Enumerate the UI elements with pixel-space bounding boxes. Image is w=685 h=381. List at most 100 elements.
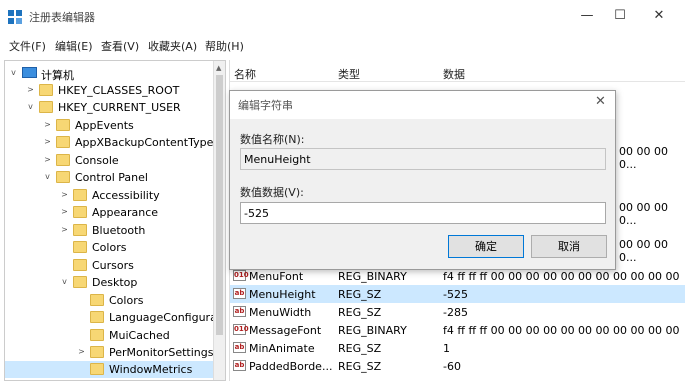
value-data: -60 — [443, 360, 461, 373]
dialog-title: 编辑字符串 — [238, 99, 293, 112]
tree-item-accessibility[interactable]: > Accessibility — [5, 187, 215, 204]
menu-favorites[interactable]: 收藏夹(A) — [148, 38, 197, 54]
expand-icon[interactable]: > — [43, 137, 52, 146]
menu-file[interactable]: 文件(F) — [9, 38, 46, 54]
menu-help[interactable]: 帮助(H) — [205, 38, 244, 54]
binary-value-icon: 010 — [233, 324, 249, 335]
tree-item-control-panel[interactable]: v Control Panel — [5, 169, 215, 186]
tree-item-desktop[interactable]: v Desktop — [5, 274, 215, 291]
maximize-button[interactable]: ☐ — [607, 6, 633, 26]
string-value-icon: ab — [233, 342, 246, 353]
expand-icon[interactable]: > — [43, 120, 52, 129]
collapse-icon[interactable]: v — [60, 277, 69, 286]
tree-item-muicached[interactable]: MuiCached — [5, 327, 215, 344]
tree-item-desktop-colors[interactable]: Colors — [5, 292, 215, 309]
tree-item-appearance[interactable]: > Appearance — [5, 204, 215, 221]
value-data: -285 — [443, 306, 468, 319]
window-title: 注册表编辑器 — [29, 11, 95, 24]
expand-icon[interactable]: > — [43, 155, 52, 164]
menu-view[interactable]: 查看(V) — [101, 38, 139, 54]
folder-icon — [90, 346, 104, 358]
registry-editor-icon — [8, 10, 22, 24]
string-value-icon: ab — [233, 360, 246, 371]
tree-item-label: Control Panel — [75, 171, 148, 184]
value-name-field: MenuHeight — [240, 148, 606, 170]
value-data-input[interactable]: -525 — [240, 202, 606, 224]
folder-icon — [39, 101, 53, 113]
tree-item-label: HKEY_CLASSES_ROOT — [58, 84, 180, 97]
value-data: 1 — [443, 342, 450, 355]
menu-bar: 文件(F) 编辑(E) 查看(V) 收藏夹(A) 帮助(H) — [0, 35, 685, 55]
value-name: MenuFont — [249, 270, 304, 283]
list-row[interactable]: ab MinAnimate REG_SZ 1 — [230, 339, 685, 357]
list-row[interactable]: ab MenuWidth REG_SZ -285 — [230, 303, 685, 321]
value-name: PaddedBorde... — [249, 360, 333, 373]
tree-item-label: MuiCached — [109, 329, 170, 342]
value-name-label: 数值名称(N): — [240, 133, 305, 146]
tree-item-bluetooth[interactable]: > Bluetooth — [5, 222, 215, 239]
folder-icon — [73, 259, 87, 271]
value-data: -525 — [443, 288, 468, 301]
folder-icon — [56, 136, 70, 148]
folder-icon — [90, 294, 104, 306]
collapse-icon[interactable]: v — [26, 102, 35, 111]
folder-icon — [73, 276, 87, 288]
expand-icon[interactable]: > — [60, 190, 69, 199]
expand-icon[interactable]: > — [60, 207, 69, 216]
tree-item-label: PerMonitorSettings — [109, 346, 214, 359]
registry-tree[interactable]: v 计算机 > HKEY_CLASSES_ROOT v HKEY_CURRENT… — [4, 60, 226, 381]
expand-icon[interactable]: > — [60, 225, 69, 234]
close-button[interactable]: ✕ — [646, 6, 672, 26]
folder-icon — [90, 311, 104, 323]
dialog-close-icon[interactable]: ✕ — [595, 94, 606, 109]
value-name: MessageFont — [249, 324, 322, 337]
title-bar: 注册表编辑器 — ☐ ✕ — [0, 0, 685, 33]
folder-icon — [73, 241, 87, 253]
tree-item-cursors[interactable]: Cursors — [5, 257, 215, 274]
value-type: REG_SZ — [338, 342, 382, 355]
scrollbar-thumb[interactable] — [216, 75, 223, 335]
menu-edit[interactable]: 编辑(E) — [55, 38, 93, 54]
tree-scrollbar[interactable]: ▲ — [213, 61, 225, 380]
list-row[interactable]: ab MenuHeight REG_SZ -525 — [230, 285, 685, 303]
tree-item-languageconfig[interactable]: LanguageConfigura — [5, 309, 217, 326]
minimize-button[interactable]: — — [574, 6, 600, 26]
scroll-up-icon[interactable]: ▲ — [216, 64, 221, 72]
folder-icon — [73, 206, 87, 218]
expand-icon[interactable]: > — [26, 85, 35, 94]
folder-icon — [39, 84, 53, 96]
collapse-icon[interactable]: v — [9, 68, 18, 77]
tree-item-label: Colors — [109, 294, 144, 307]
tree-item-computer[interactable]: v 计算机 — [5, 65, 215, 82]
value-type: REG_SZ — [338, 360, 382, 373]
folder-icon — [90, 363, 104, 375]
expand-icon[interactable]: > — [77, 347, 86, 356]
value-name: MinAnimate — [249, 342, 315, 355]
column-header-type[interactable]: 类型 — [338, 66, 360, 82]
tree-item-permonitor[interactable]: > PerMonitorSettings — [5, 344, 215, 361]
ok-button[interactable]: 确定 — [448, 235, 524, 258]
tree-item-label: WindowMetrics — [109, 363, 193, 376]
folder-icon — [56, 171, 70, 183]
tree-item-label: AppXBackupContentType — [75, 136, 214, 149]
column-header-name[interactable]: 名称 — [234, 66, 256, 82]
tree-item-windowmetrics[interactable]: WindowMetrics — [5, 361, 215, 378]
tree-item-hkcu[interactable]: v HKEY_CURRENT_USER — [5, 99, 215, 116]
tree-item-console[interactable]: > Console — [5, 152, 215, 169]
tree-item-label: Cursors — [92, 259, 134, 272]
binary-value-icon: 010 — [233, 270, 249, 281]
list-row[interactable]: ab PaddedBorde... REG_SZ -60 — [230, 357, 685, 375]
column-header-data[interactable]: 数据 — [443, 66, 465, 82]
tree-item-colors[interactable]: Colors — [5, 239, 215, 256]
value-data-partial: 00 00 00 0... — [619, 201, 668, 227]
folder-icon — [90, 329, 104, 341]
tree-item-appevents[interactable]: > AppEvents — [5, 117, 215, 134]
list-row[interactable]: 010 MessageFont REG_BINARY f4 ff ff ff 0… — [230, 321, 685, 339]
cancel-button[interactable]: 取消 — [531, 235, 607, 258]
tree-item-appxbackup[interactable]: > AppXBackupContentType — [5, 134, 215, 151]
tree-item-hkcr[interactable]: > HKEY_CLASSES_ROOT — [5, 82, 215, 99]
folder-icon — [56, 119, 70, 131]
collapse-icon[interactable]: v — [43, 172, 52, 181]
value-data-partial: 00 00 00 0... — [619, 238, 668, 264]
tree-item-label: Desktop — [92, 276, 138, 289]
